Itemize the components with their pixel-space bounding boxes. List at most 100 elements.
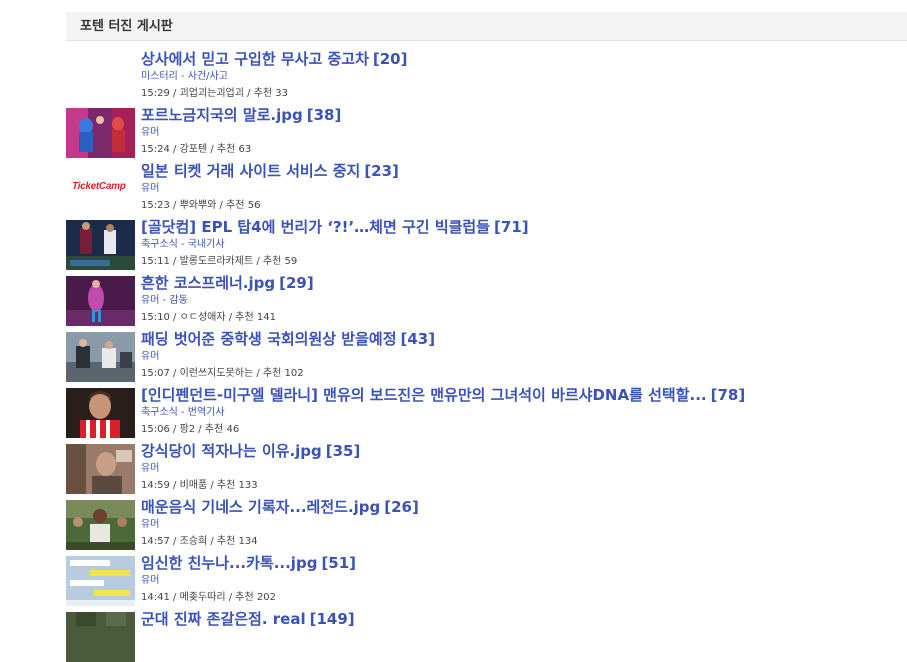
likes-count: 46 [226,424,240,435]
post-category[interactable]: 유머 [141,462,907,476]
post-time: 15:07 [141,368,170,379]
post-meta: 15:24 / 강포텐 / 추천 63 [141,144,252,155]
likes-label: 추천 [235,592,254,603]
post-category[interactable]: 유머 [141,574,907,588]
player-photo-image [66,388,135,438]
post-title-link[interactable]: 매운음식 기네스 기록자...레전드.jpg [26] [141,497,907,517]
likes-count: 133 [238,480,258,491]
post-title[interactable]: 임신한 친누나...카톡...jpg [141,554,317,572]
post-author[interactable]: 이런쓰지도못하는 [180,368,254,379]
board-title: 포텐 터진 게시판 [66,12,907,41]
post-thumbnail[interactable] [66,52,135,102]
chat-screenshot-image [66,556,135,606]
post-title[interactable]: 강식당이 적자나는 이유.jpg [141,442,322,460]
post-title-link[interactable]: 흔한 코스프레너.jpg [29] [141,273,907,293]
comment-count[interactable]: [149] [310,610,355,628]
post-time: 15:24 [141,144,170,155]
cosplay-photo-image [66,276,135,326]
post-meta: 15:29 / 괴업괴는괴업괴 / 추천 33 [141,88,289,99]
post-category[interactable]: 축구소식 - 국내기사 [141,238,907,252]
likes-label: 추천 [216,536,236,547]
post-title-link[interactable]: 패딩 벗어준 중학생 국회의원상 받을예정 [43] [141,329,907,349]
post-title-link[interactable]: 강식당이 적자나는 이유.jpg [35] [141,441,907,461]
post-author[interactable]: 괴업괴는괴업괴 [180,88,244,99]
post-title[interactable]: 일본 티켓 거래 사이트 서비스 중지 [141,162,360,180]
likes-label: 추천 [204,424,224,435]
likes-count: 59 [284,256,298,267]
post-thumbnail[interactable]: TicketCamp [66,164,135,214]
post-title[interactable]: 포르노금지국의 말로.jpg [141,106,303,124]
comment-count[interactable]: [43] [401,330,436,348]
comment-count[interactable]: [35] [326,442,361,460]
post-category[interactable]: 유머 [141,518,907,532]
list-item: 상사에서 믿고 구입한 무사고 중고차 [20] 미스터리 - 사건/사고 15:… [66,46,907,102]
post-list: 상사에서 믿고 구입한 무사고 중고차 [20] 미스터리 - 사건/사고 15:… [66,46,907,662]
post-author[interactable]: 강포텐 [180,144,208,155]
post-time: 14:41 [141,592,170,603]
post-title[interactable]: 군대 진짜 존갈은점. real [141,610,306,628]
comment-count[interactable]: [51] [321,554,356,572]
tv-photo-image [66,444,135,494]
post-author[interactable]: ㅇㄷ성애자 [180,312,226,323]
post-author[interactable]: 메좆두따리 [180,592,226,603]
comment-count[interactable]: [78] [711,386,746,404]
post-category[interactable]: 유머 - 감동 [141,294,907,308]
comment-count[interactable]: [29] [279,274,314,292]
post-time: 14:57 [141,536,170,547]
comment-count[interactable]: [71] [494,218,529,236]
post-time: 15:06 [141,424,170,435]
post-category[interactable]: 유머 [141,126,907,140]
post-author[interactable]: 뿌와뿌와 [180,200,217,211]
post-time: 15:11 [141,256,170,267]
post-title[interactable]: [골닷컴] EPL 탑4에 번리가 ‘?!’…체면 구긴 빅클럽들 [141,218,490,236]
list-item: 패딩 벗어준 중학생 국회의원상 받을예정 [43] 유머 15:07 / 이런쓰… [66,326,907,382]
likes-count: 63 [238,144,252,155]
post-author[interactable]: 비매품 [180,480,208,491]
post-title-link[interactable]: [골닷컴] EPL 탑4에 번리가 ‘?!’…체면 구긴 빅클럽들 [71] [141,217,907,237]
post-title[interactable]: 패딩 벗어준 중학생 국회의원상 받을예정 [141,330,397,348]
post-author[interactable]: 발롱도르라카제트 [180,256,254,267]
post-title[interactable]: 상사에서 믿고 구입한 무사고 중고차 [141,50,369,68]
post-thumbnail[interactable] [66,220,135,270]
post-thumbnail[interactable] [66,276,135,326]
list-item: 매운음식 기네스 기록자...레전드.jpg [26] 유머 14:57 / 조승… [66,494,907,550]
post-category[interactable]: 축구소식 - 번역기사 [141,406,907,420]
post-thumbnail[interactable] [66,612,135,662]
list-item: 군대 진짜 존갈은점. real [149] [66,606,907,662]
post-meta: 14:41 / 메좆두따리 / 추천 202 [141,592,276,603]
post-author[interactable]: 팡2 [180,424,196,435]
post-category[interactable]: 유머 [141,182,907,196]
post-thumbnail[interactable] [66,388,135,438]
post-title[interactable]: 흔한 코스프레너.jpg [141,274,275,292]
list-item: 흔한 코스프레너.jpg [29] 유머 - 감동 15:10 / ㅇㄷ성애자 /… [66,270,907,326]
post-title-link[interactable]: 포르노금지국의 말로.jpg [38] [141,105,907,125]
post-thumbnail[interactable] [66,556,135,606]
post-title-link[interactable]: 임신한 친누나...카톡...jpg [51] [141,553,907,573]
list-item: [인디펜던트-미구엘 델라니] 맨유의 보드진은 맨유만의 그녀석이 바르샤DN… [66,382,907,438]
list-item: [골닷컴] EPL 탑4에 번리가 ‘?!’…체면 구긴 빅클럽들 [71] 축구… [66,214,907,270]
list-item: TicketCamp 일본 티켓 거래 사이트 서비스 중지 [23] 유머 15… [66,158,907,214]
ticketcamp-logo: TicketCamp [72,181,126,192]
comment-count[interactable]: [20] [373,50,408,68]
post-category[interactable]: 미스터리 - 사건/사고 [141,70,907,84]
post-title-link[interactable]: 군대 진짜 존갈은점. real [149] [141,609,907,629]
post-author[interactable]: 조승희 [180,536,208,547]
post-title-link[interactable]: 상사에서 믿고 구입한 무사고 중고차 [20] [141,49,907,69]
post-category[interactable]: 유머 [141,350,907,364]
post-thumbnail[interactable] [66,108,135,158]
comment-count[interactable]: [23] [364,162,399,180]
post-title-link[interactable]: [인디펜던트-미구엘 델라니] 맨유의 보드진은 맨유만의 그녀석이 바르샤DN… [141,385,907,405]
post-title[interactable]: [인디펜던트-미구엘 델라니] 맨유의 보드진은 맨유만의 그녀석이 바르샤DN… [141,386,707,404]
post-title[interactable]: 매운음식 기네스 기록자...레전드.jpg [141,498,380,516]
post-thumbnail[interactable] [66,500,135,550]
post-thumbnail[interactable] [66,332,135,382]
comment-count[interactable]: [26] [384,498,419,516]
news-photo-image [66,332,135,382]
comment-count[interactable]: [38] [307,106,342,124]
likes-label: 추천 [226,200,245,211]
post-title-link[interactable]: 일본 티켓 거래 사이트 서비스 중지 [23] [141,161,907,181]
army-photo-image [66,612,135,662]
post-thumbnail[interactable] [66,444,135,494]
post-meta: 15:23 / 뿌와뿌와 / 추천 56 [141,200,261,211]
post-meta: 14:59 / 비매품 / 추천 133 [141,480,258,491]
